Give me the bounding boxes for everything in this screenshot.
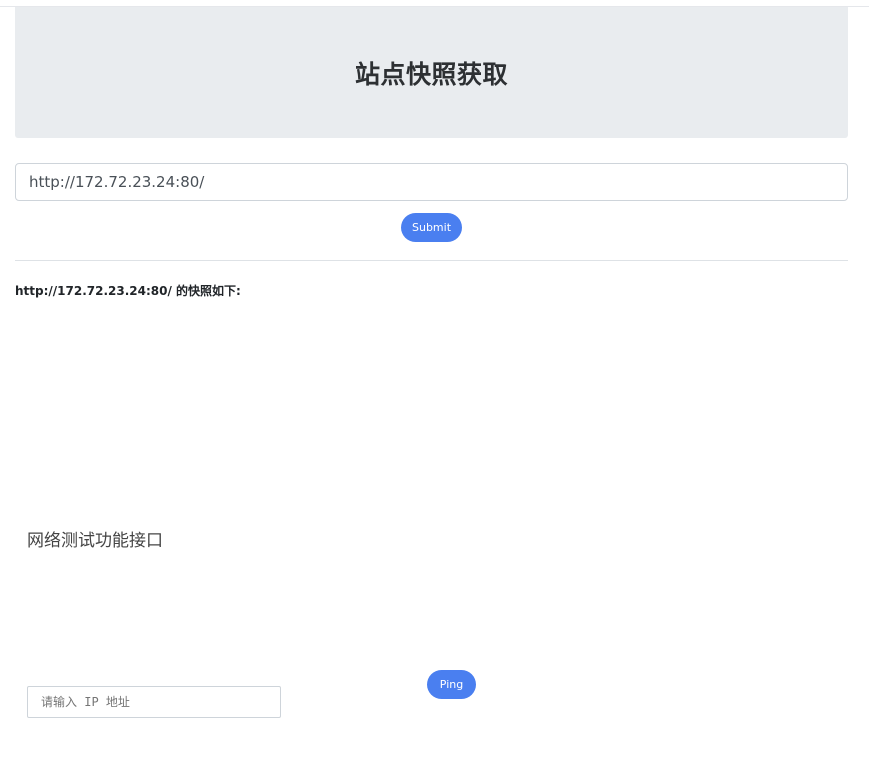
url-input[interactable] — [15, 163, 848, 201]
section-divider — [15, 260, 848, 261]
page-title: 站点快照获取 — [354, 59, 508, 89]
network-test-heading: 网络测试功能接口 — [27, 531, 163, 551]
submit-button[interactable]: Submit — [401, 213, 462, 242]
ping-button[interactable]: Ping — [427, 670, 476, 699]
ip-address-input[interactable] — [27, 686, 281, 718]
snapshot-result-label: http://172.72.23.24:80/ 的快照如下: — [15, 284, 241, 298]
header-jumbotron: 站点快照获取 — [15, 7, 848, 138]
snapshot-frame — [15, 305, 848, 510]
